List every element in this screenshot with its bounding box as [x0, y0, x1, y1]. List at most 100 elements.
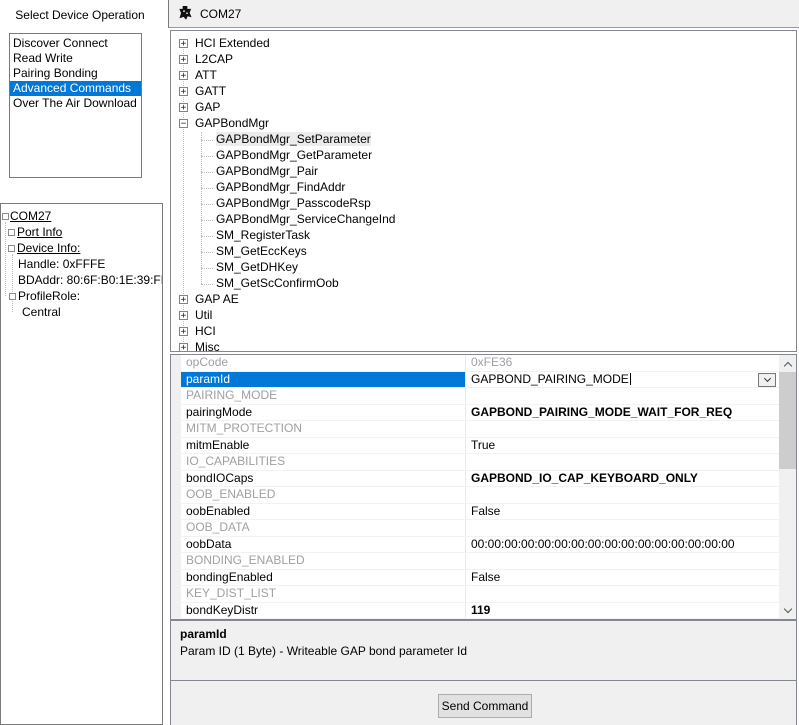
- property-value[interactable]: 0xFE36: [465, 355, 779, 371]
- command-tree-node[interactable]: + HCI Extended: [171, 36, 796, 52]
- property-value[interactable]: True: [465, 438, 779, 454]
- property-row[interactable]: oobData00:00:00:00:00:00:00:00:00:00:00:…: [171, 537, 779, 554]
- command-tree-node[interactable]: + ATT: [171, 68, 796, 84]
- device-tree-node[interactable]: ProfileRole:: [1, 289, 162, 305]
- expand-icon[interactable]: +: [179, 87, 188, 96]
- chevron-down-icon: [763, 374, 770, 381]
- property-row[interactable]: pairingModeGAPBOND_PAIRING_MODE_WAIT_FOR…: [171, 405, 779, 422]
- expand-icon[interactable]: +: [179, 295, 188, 304]
- command-tree-label: HCI: [195, 324, 216, 338]
- command-tree-node[interactable]: GAPBondMgr_ServiceChangeInd: [171, 212, 796, 228]
- property-value[interactable]: [465, 388, 779, 404]
- property-row[interactable]: bondingEnabledFalse: [171, 570, 779, 587]
- send-command-button[interactable]: Send Command: [438, 694, 532, 718]
- command-tree-label: HCI Extended: [195, 36, 270, 50]
- property-row[interactable]: IO_CAPABILITIES: [171, 454, 779, 471]
- property-name: opCode: [181, 355, 465, 371]
- chevron-up-icon: [783, 361, 791, 369]
- command-tree-node[interactable]: GAPBondMgr_Pair: [171, 164, 796, 180]
- property-row[interactable]: OOB_DATA: [171, 520, 779, 537]
- command-tree-node[interactable]: +GATT: [171, 84, 796, 100]
- command-tree-node[interactable]: GAPBondMgr_PasscodeRsp: [171, 196, 796, 212]
- property-name: oobData: [181, 537, 465, 553]
- property-value[interactable]: [465, 586, 779, 602]
- row-gutter: [171, 388, 181, 404]
- command-tree-node[interactable]: +L2CAP: [171, 52, 796, 68]
- command-tree-node[interactable]: +Util: [171, 308, 796, 324]
- operation-item[interactable]: Read Write: [10, 51, 141, 66]
- property-row[interactable]: mitmEnableTrue: [171, 438, 779, 455]
- command-tree-node[interactable]: +GAP: [171, 100, 796, 116]
- command-tree-node[interactable]: GAPBondMgr_FindAddr: [171, 180, 796, 196]
- operation-list[interactable]: Discover ConnectRead WritePairing Bondin…: [9, 33, 142, 178]
- command-tree-node[interactable]: GAPBondMgr_SetParameter: [171, 132, 796, 148]
- row-gutter: [171, 471, 181, 487]
- tree-connector-line: [201, 268, 213, 269]
- device-tree-node[interactable]: COM27: [1, 209, 162, 225]
- operation-item[interactable]: Advanced Commands: [10, 81, 141, 96]
- device-tree-node[interactable]: Handle: 0xFFFE: [1, 257, 162, 273]
- scroll-down-button[interactable]: [779, 602, 796, 619]
- property-row[interactable]: MITM_PROTECTION: [171, 421, 779, 438]
- property-row[interactable]: OOB_ENABLED: [171, 487, 779, 504]
- operation-item[interactable]: Over The Air Download: [10, 96, 141, 111]
- command-tree-node[interactable]: −GAPBondMgr: [171, 116, 796, 132]
- scrollbar-thumb[interactable]: [779, 372, 796, 469]
- property-row[interactable]: paramIdGAPBOND_PAIRING_MODE: [171, 372, 779, 389]
- device-tab[interactable]: COM27: [168, 0, 799, 28]
- operation-item[interactable]: Pairing Bonding: [10, 66, 141, 81]
- vertical-scrollbar[interactable]: [779, 355, 796, 619]
- property-row[interactable]: bondKeyDistr119: [171, 603, 779, 620]
- tree-expander-icon[interactable]: [9, 293, 16, 300]
- property-value-text: False: [471, 504, 500, 518]
- property-value[interactable]: False: [465, 504, 779, 520]
- tree-expander-icon[interactable]: [8, 245, 15, 252]
- expand-icon[interactable]: +: [179, 311, 188, 320]
- property-value[interactable]: 00:00:00:00:00:00:00:00:00:00:00:00:00:0…: [465, 537, 779, 553]
- command-tree-node[interactable]: GAPBondMgr_GetParameter: [171, 148, 796, 164]
- command-tree-node[interactable]: SM_GetDHKey: [171, 260, 796, 276]
- property-value[interactable]: 119: [465, 603, 779, 619]
- property-value[interactable]: [465, 553, 779, 569]
- expand-icon[interactable]: +: [179, 55, 188, 64]
- property-name: bondIOCaps: [181, 471, 465, 487]
- command-tree-node[interactable]: SM_GetEccKeys: [171, 244, 796, 260]
- property-row[interactable]: BONDING_ENABLED: [171, 553, 779, 570]
- tree-expander-icon[interactable]: [2, 213, 9, 220]
- property-value[interactable]: [465, 487, 779, 503]
- expand-icon[interactable]: +: [179, 71, 188, 80]
- device-tree-node[interactable]: BDAddr: 80:6F:B0:1E:39:FE: [1, 273, 162, 289]
- dropdown-button[interactable]: [758, 373, 776, 387]
- property-row[interactable]: opCode0xFE36: [171, 355, 779, 372]
- property-value[interactable]: GAPBOND_IO_CAP_KEYBOARD_ONLY: [465, 471, 779, 487]
- tree-expander-icon[interactable]: [8, 229, 15, 236]
- property-value[interactable]: [465, 421, 779, 437]
- property-row[interactable]: oobEnabled False: [171, 504, 779, 521]
- property-value[interactable]: GAPBOND_PAIRING_MODE: [465, 372, 779, 388]
- property-row[interactable]: bondIOCapsGAPBOND_IO_CAP_KEYBOARD_ONLY: [171, 471, 779, 488]
- property-value[interactable]: [465, 454, 779, 470]
- device-tree-node[interactable]: Central: [1, 305, 162, 321]
- command-tree-node[interactable]: SM_RegisterTask: [171, 228, 796, 244]
- command-tree-node[interactable]: +Misc: [171, 340, 796, 352]
- scroll-up-button[interactable]: [779, 355, 796, 372]
- command-tree-label: ATT: [195, 68, 217, 82]
- command-tree-node[interactable]: SM_GetScConfirmOob: [171, 276, 796, 292]
- command-tree-node[interactable]: + HCI: [171, 324, 796, 340]
- property-name: oobEnabled: [181, 504, 465, 520]
- device-tree-node[interactable]: Port Info: [1, 225, 162, 241]
- expand-icon[interactable]: +: [179, 327, 188, 336]
- expand-icon[interactable]: +: [179, 39, 188, 48]
- command-tree-node[interactable]: +GAP AE: [171, 292, 796, 308]
- chevron-down-icon: [783, 604, 791, 612]
- expand-icon[interactable]: +: [179, 103, 188, 112]
- property-value[interactable]: [465, 520, 779, 536]
- device-tree-node[interactable]: Device Info:: [1, 241, 162, 257]
- collapse-icon[interactable]: −: [179, 119, 188, 128]
- property-value[interactable]: GAPBOND_PAIRING_MODE_WAIT_FOR_REQ: [465, 405, 779, 421]
- operation-item[interactable]: Discover Connect: [10, 36, 141, 51]
- expand-icon[interactable]: +: [179, 343, 188, 352]
- property-value[interactable]: False: [465, 570, 779, 586]
- property-row[interactable]: KEY_DIST_LIST: [171, 586, 779, 603]
- property-row[interactable]: PAIRING_MODE: [171, 388, 779, 405]
